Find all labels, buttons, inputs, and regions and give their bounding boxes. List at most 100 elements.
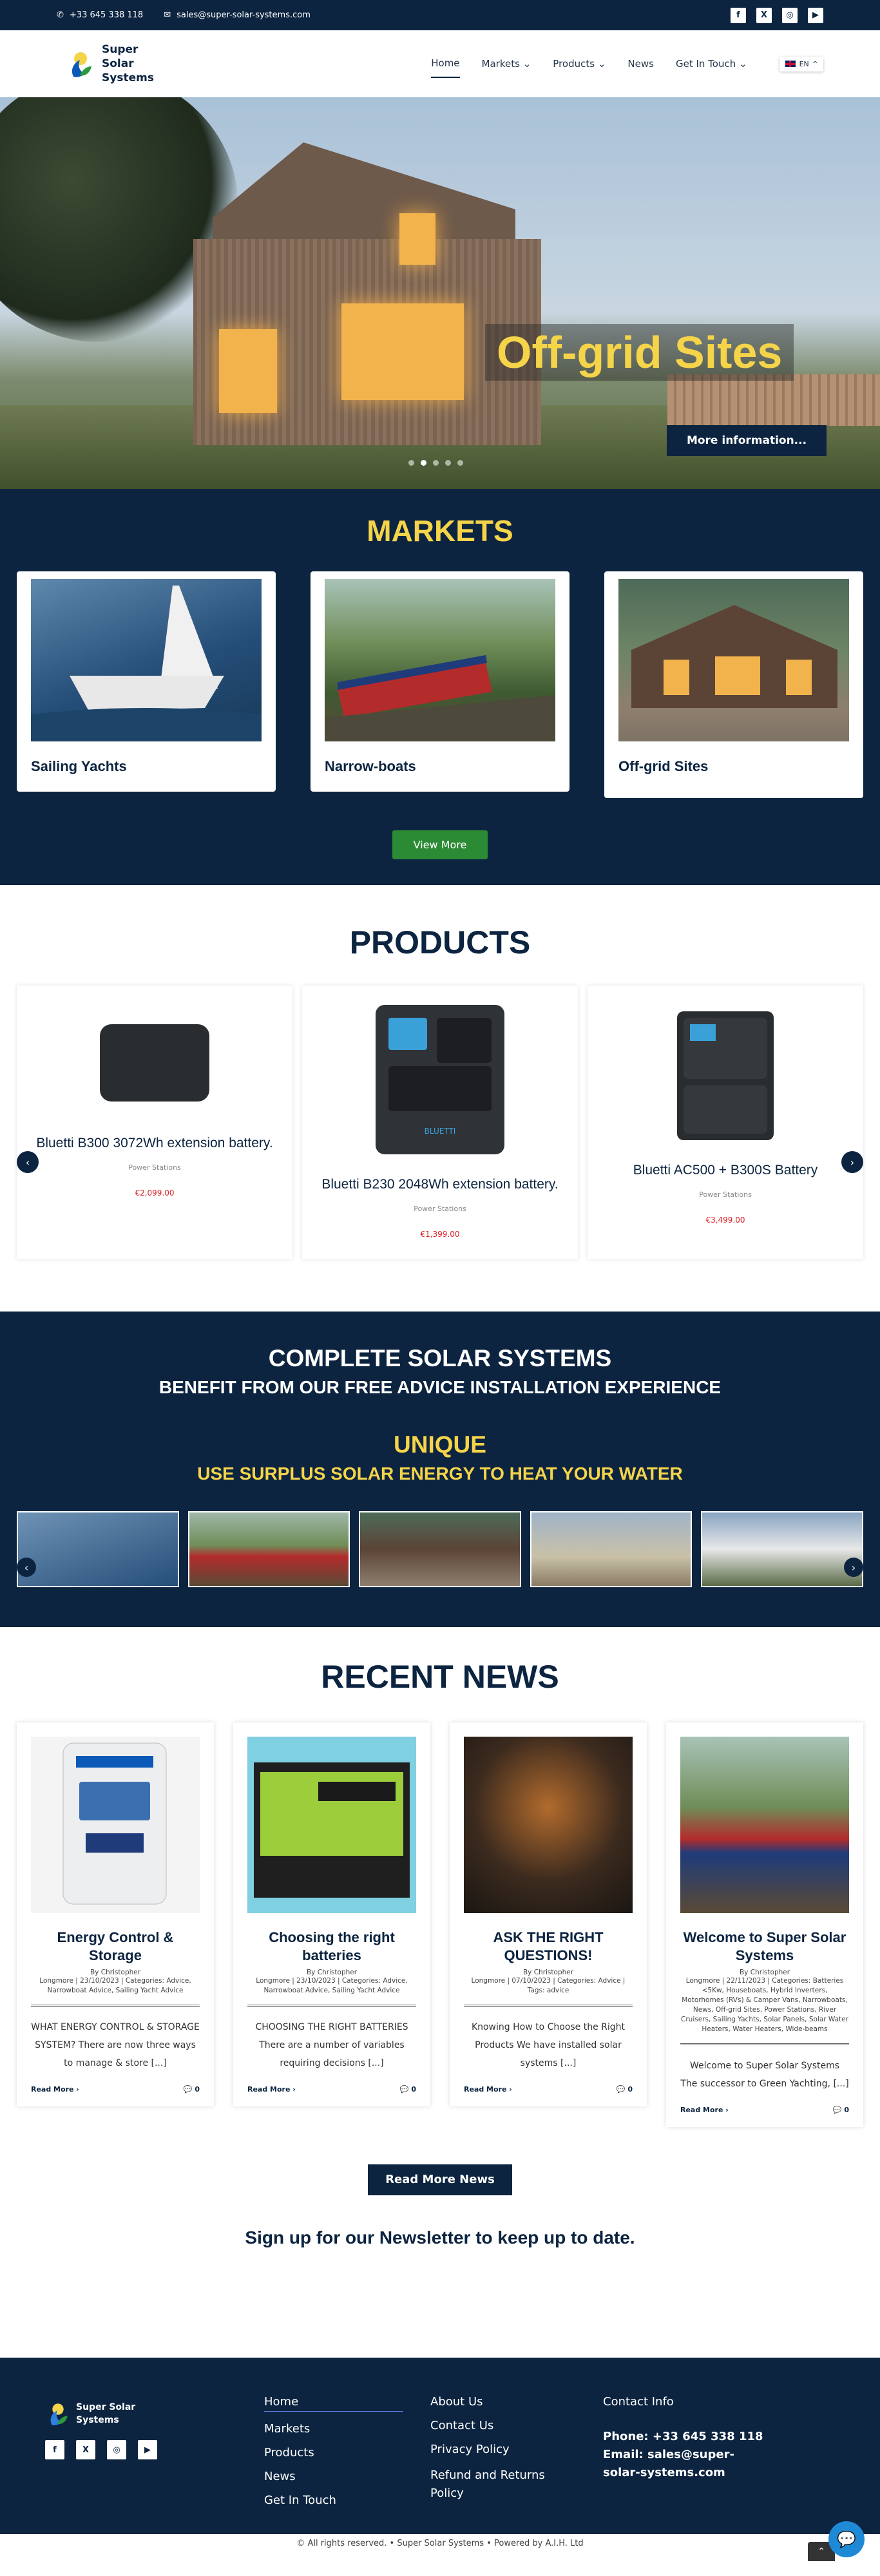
site-logo[interactable]: Super Solar Systems: [66, 43, 173, 85]
nav-markets[interactable]: Markets ⌄: [482, 50, 531, 77]
svg-text:BLUETTI: BLUETTI: [425, 1127, 456, 1136]
slider-dot[interactable]: [433, 460, 439, 466]
products-prev-arrow[interactable]: ‹: [17, 1151, 39, 1173]
comments-count[interactable]: 💬 0: [184, 2085, 200, 2094]
read-more-link[interactable]: Read More ›: [31, 2085, 79, 2094]
product-category: Power Stations: [699, 1190, 752, 1199]
footer-logo[interactable]: Super Solar Systems: [45, 2399, 264, 2428]
divider: [680, 2043, 849, 2045]
products-next-arrow[interactable]: ›: [841, 1151, 863, 1173]
slider-dot[interactable]: [408, 460, 414, 466]
instagram-icon[interactable]: ◎: [107, 2440, 126, 2459]
top-bar: ✆ +33 645 338 118 ✉ sales@super-solar-syst…: [0, 0, 880, 30]
footer-email[interactable]: Email: sales@super-solar-systems.com: [603, 2446, 758, 2482]
news-image-narrowboat[interactable]: [680, 1737, 849, 1913]
news-author: By Christopher: [522, 1969, 574, 1976]
comment-icon: 💬: [616, 2085, 626, 2094]
nav-news[interactable]: News: [627, 50, 654, 77]
footer-nav: Home Markets Products News Get In Touch: [264, 2395, 430, 2534]
market-card-off-grid-sites[interactable]: Off-grid Sites: [604, 571, 863, 798]
chat-button[interactable]: 💬: [828, 2521, 865, 2557]
footer-link-markets[interactable]: Markets: [264, 2422, 430, 2436]
chevron-down-icon: ⌄: [739, 58, 747, 70]
footer-link-about-us[interactable]: About Us: [430, 2395, 603, 2409]
news-title[interactable]: ASK THE RIGHT QUESTIONS!: [464, 1929, 633, 1965]
footer-link-news[interactable]: News: [264, 2470, 430, 2483]
phone-link[interactable]: ✆ +33 645 338 118: [57, 10, 143, 20]
carousel-image-houseboat[interactable]: [530, 1511, 693, 1587]
product-card[interactable]: Bluetti B300 3072Wh extension battery. P…: [17, 986, 292, 1259]
hero-slider: Off-grid Sites More information...: [0, 97, 880, 489]
markets-heading: MARKETS: [367, 514, 513, 548]
footer-link-home[interactable]: Home: [264, 2395, 403, 2412]
product-card[interactable]: Bluetti AC500 + B300S Battery Power Stat…: [588, 986, 863, 1259]
product-image: [100, 1024, 209, 1102]
read-more-link[interactable]: Read More ›: [464, 2085, 512, 2094]
comments-count[interactable]: 💬 0: [617, 2085, 633, 2094]
product-name[interactable]: Bluetti B230 2048Wh extension battery.: [320, 1175, 560, 1194]
logo-icon: [50, 2403, 68, 2426]
products-section: PRODUCTS Bluetti B300 3072Wh extension b…: [0, 885, 880, 1312]
youtube-icon[interactable]: ▶: [808, 7, 823, 23]
product-card[interactable]: BLUETTI Bluetti B230 2048Wh extension ba…: [302, 986, 578, 1259]
chevron-left-icon: ‹: [25, 1156, 30, 1169]
carousel-image-yacht[interactable]: [17, 1511, 179, 1587]
carousel-image-narrowboat[interactable]: [187, 1511, 350, 1587]
nav-get-in-touch[interactable]: Get In Touch ⌄: [676, 50, 747, 77]
facebook-icon[interactable]: f: [45, 2440, 64, 2459]
carousel-prev-arrow[interactable]: ‹: [17, 1558, 36, 1577]
facebook-icon[interactable]: f: [731, 7, 746, 23]
product-name[interactable]: Bluetti AC500 + B300S Battery: [606, 1161, 845, 1180]
footer-info: About Us Contact Us Privacy Policy Refun…: [430, 2395, 603, 2534]
market-card-sailing-yachts[interactable]: Sailing Yachts: [17, 571, 276, 792]
contact-info-heading: Contact Info: [603, 2395, 674, 2409]
more-information-button[interactable]: More information...: [667, 425, 827, 456]
slider-dot[interactable]: [445, 460, 451, 466]
carousel-image-cabin[interactable]: [359, 1511, 521, 1587]
nav-home[interactable]: Home: [431, 50, 460, 78]
footer-brand: Super Solar Systems f X ◎ ▶: [45, 2395, 264, 2534]
news-title[interactable]: Choosing the right batteries: [247, 1929, 416, 1965]
carousel-next-arrow[interactable]: ›: [844, 1558, 863, 1577]
products-heading: PRODUCTS: [349, 924, 531, 960]
news-title[interactable]: Welcome to Super Solar Systems: [680, 1929, 849, 1965]
comments-count[interactable]: 💬 0: [833, 2106, 849, 2114]
slider-dot[interactable]: [457, 460, 463, 466]
slider-dot-active[interactable]: [421, 460, 426, 466]
news-image-charge-controller[interactable]: [31, 1737, 200, 1913]
hero-title: Off-grid Sites: [485, 324, 794, 381]
news-image-battery[interactable]: [247, 1737, 416, 1913]
product-name[interactable]: Bluetti B300 3072Wh extension battery.: [35, 1134, 274, 1153]
view-more-button[interactable]: View More: [392, 830, 488, 859]
chevron-down-icon: ⌄: [597, 58, 606, 70]
instagram-icon[interactable]: ◎: [782, 7, 798, 23]
email-link[interactable]: ✉ sales@super-solar-systems.com: [164, 10, 311, 20]
image-carousel: [0, 1511, 880, 1587]
news-card: Energy Control & Storage By Christopher …: [17, 1722, 214, 2106]
nav-products[interactable]: Products ⌄: [553, 50, 606, 77]
logo-text: Super Solar Systems: [102, 43, 154, 84]
x-twitter-icon[interactable]: X: [76, 2440, 95, 2459]
uk-flag-icon: [784, 60, 796, 68]
footer-link-products[interactable]: Products: [264, 2446, 430, 2459]
product-image: BLUETTI: [376, 1005, 504, 1154]
footer-link-contact-us[interactable]: Contact Us: [430, 2419, 603, 2432]
youtube-icon[interactable]: ▶: [138, 2440, 157, 2459]
language-switcher[interactable]: EN ^: [780, 57, 823, 72]
complete-subheading: BENEFIT FROM OUR FREE ADVICE INSTALLATIO…: [158, 1377, 722, 1397]
footer-link-refund-policy[interactable]: Refund and Returns Policy: [430, 2466, 559, 2503]
news-title[interactable]: Energy Control & Storage: [31, 1929, 200, 1965]
carousel-image-camper-van[interactable]: [701, 1511, 863, 1587]
footer-phone[interactable]: Phone: +33 645 338 118: [603, 2428, 796, 2446]
news-image-night-house[interactable]: [464, 1737, 633, 1913]
footer-contact: Contact Info Phone: +33 645 338 118 Emai…: [603, 2395, 796, 2534]
footer-link-get-in-touch[interactable]: Get In Touch: [264, 2494, 430, 2507]
read-more-news-button[interactable]: Read More News: [368, 2164, 512, 2195]
read-more-link[interactable]: Read More ›: [247, 2085, 296, 2094]
footer-link-privacy-policy[interactable]: Privacy Policy: [430, 2443, 603, 2456]
market-card-narrow-boats[interactable]: Narrow-boats: [311, 571, 569, 792]
comments-count[interactable]: 💬 0: [400, 2085, 416, 2094]
hero-fence: [667, 374, 880, 426]
read-more-link[interactable]: Read More ›: [680, 2106, 729, 2114]
x-twitter-icon[interactable]: X: [756, 7, 772, 23]
